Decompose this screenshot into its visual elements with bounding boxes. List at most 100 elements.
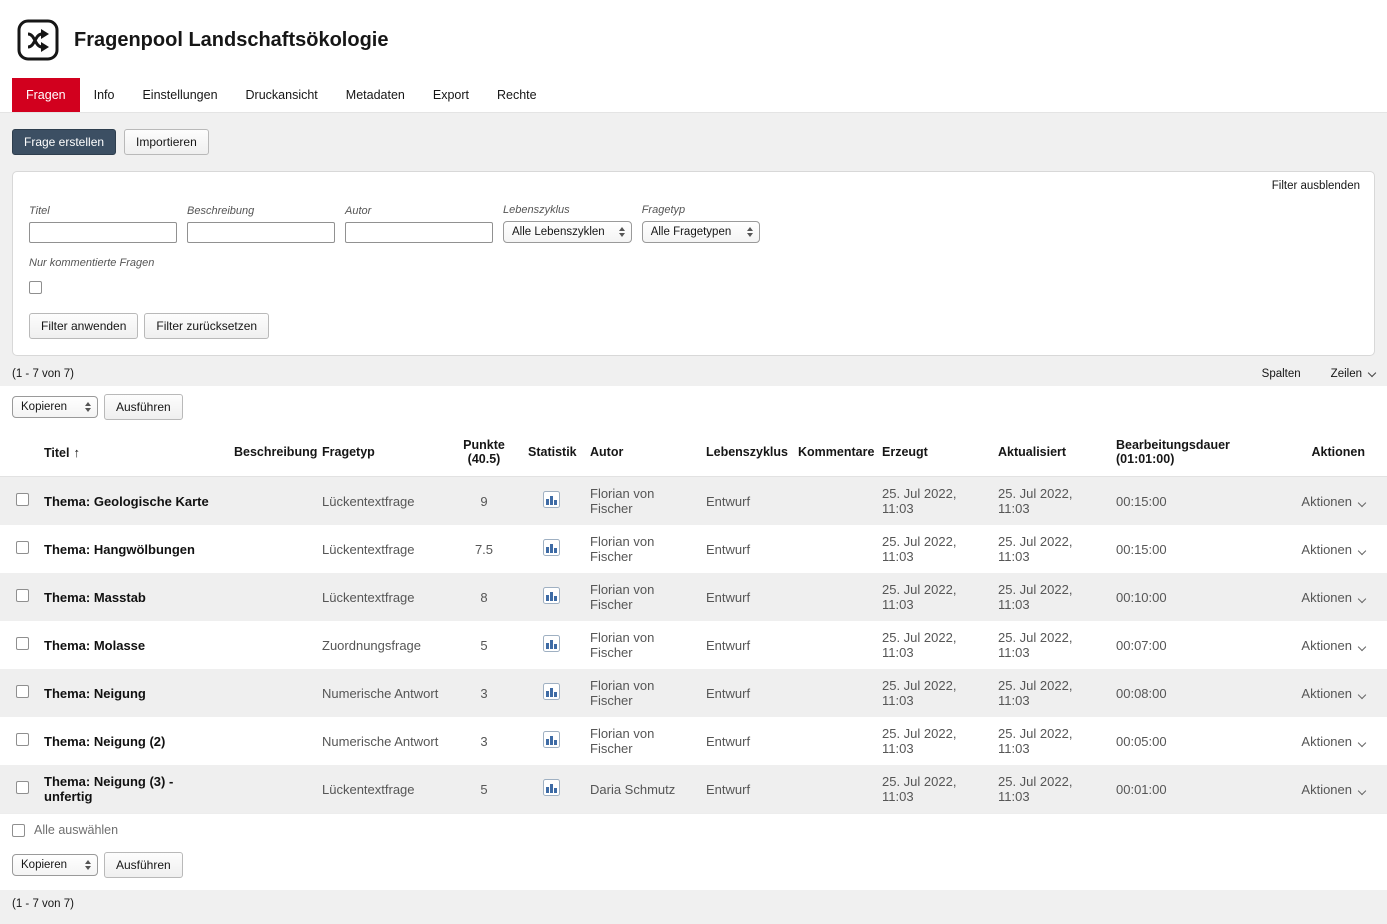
page-header: Fragenpool Landschaftsökologie — [0, 0, 1387, 78]
cell-created: 25. Jul 2022, 11:03 — [874, 573, 990, 621]
row-actions-dropdown[interactable]: Aktionen — [1301, 686, 1365, 701]
filter-input-beschreibung[interactable] — [187, 222, 335, 243]
column-header-statistic[interactable]: Statistik — [520, 428, 582, 477]
cell-updated: 25. Jul 2022, 11:03 — [990, 765, 1108, 813]
cell-updated: 25. Jul 2022, 11:03 — [990, 477, 1108, 526]
row-checkbox[interactable] — [16, 781, 29, 794]
row-checkbox[interactable] — [16, 589, 29, 602]
column-header-comments[interactable]: Kommentare — [790, 428, 874, 477]
cell-description — [226, 765, 314, 813]
bulk-action-select-top[interactable]: Kopieren — [12, 396, 98, 418]
cell-author: Daria Schmutz — [582, 765, 698, 813]
question-title-link[interactable]: Thema: Geologische Karte — [44, 494, 209, 509]
tab-druckansicht[interactable]: Druckansicht — [232, 78, 332, 112]
statistics-icon[interactable] — [543, 539, 560, 556]
cell-updated: 25. Jul 2022, 11:03 — [990, 717, 1108, 765]
row-actions-dropdown[interactable]: Aktionen — [1301, 734, 1365, 749]
select-arrows-icon — [85, 860, 91, 870]
row-checkbox[interactable] — [16, 541, 29, 554]
row-actions-dropdown[interactable]: Aktionen — [1301, 638, 1365, 653]
column-header-lifecycle[interactable]: Lebenszyklus — [698, 428, 790, 477]
chevron-down-icon — [1358, 546, 1366, 554]
select-arrows-icon — [747, 227, 753, 237]
cell-duration: 00:15:00 — [1108, 525, 1286, 573]
select-all-checkbox[interactable] — [12, 824, 25, 837]
statistics-icon[interactable] — [543, 587, 560, 604]
statistics-icon[interactable] — [543, 683, 560, 700]
cell-lifecycle: Entwurf — [698, 477, 790, 526]
row-checkbox[interactable] — [16, 493, 29, 506]
tab-rechte[interactable]: Rechte — [483, 78, 551, 112]
hide-filter-link[interactable]: Filter ausblenden — [1272, 180, 1360, 192]
cell-duration: 00:15:00 — [1108, 477, 1286, 526]
column-header-actions[interactable]: Aktionen — [1286, 428, 1387, 477]
filter-input-titel[interactable] — [29, 222, 177, 243]
row-checkbox[interactable] — [16, 733, 29, 746]
question-title-link[interactable]: Thema: Neigung — [44, 686, 146, 701]
row-actions-dropdown[interactable]: Aktionen — [1301, 782, 1365, 797]
cell-created: 25. Jul 2022, 11:03 — [874, 477, 990, 526]
statistics-icon[interactable] — [543, 779, 560, 796]
create-question-button[interactable]: Frage erstellen — [12, 129, 116, 155]
columns-selector[interactable]: Spalten — [1262, 368, 1301, 380]
execute-button-top[interactable]: Ausführen — [104, 394, 183, 420]
apply-filter-button[interactable]: Filter anwenden — [29, 313, 138, 339]
row-actions-dropdown[interactable]: Aktionen — [1301, 590, 1365, 605]
table-header-row: Titel↑BeschreibungFragetypPunkte (40.5)S… — [0, 428, 1387, 477]
cell-description — [226, 525, 314, 573]
statistics-icon[interactable] — [543, 491, 560, 508]
question-title-link[interactable]: Thema: Neigung (2) — [44, 734, 165, 749]
question-title-link[interactable]: Thema: Molasse — [44, 638, 145, 653]
filter-panel: Filter ausblenden TitelBeschreibungAutor… — [12, 171, 1375, 356]
bulk-action-select-bottom[interactable]: Kopieren — [12, 854, 98, 876]
row-checkbox[interactable] — [16, 637, 29, 650]
column-header-points[interactable]: Punkte (40.5) — [448, 428, 520, 477]
tab-metadaten[interactable]: Metadaten — [332, 78, 419, 112]
column-header-created[interactable]: Erzeugt — [874, 428, 990, 477]
filter-input-autor[interactable] — [345, 222, 493, 243]
rows-selector[interactable]: Zeilen — [1331, 368, 1375, 380]
cell-lifecycle: Entwurf — [698, 573, 790, 621]
question-title-link[interactable]: Thema: Masstab — [44, 590, 146, 605]
cell-description — [226, 573, 314, 621]
tab-einstellungen[interactable]: Einstellungen — [128, 78, 231, 112]
cell-type: Numerische Antwort — [314, 669, 448, 717]
question-title-link[interactable]: Thema: Neigung (3) - unfertig — [44, 774, 173, 804]
import-button[interactable]: Importieren — [124, 129, 209, 155]
column-header-author[interactable]: Autor — [582, 428, 698, 477]
question-title-link[interactable]: Thema: Hangwölbungen — [44, 542, 195, 557]
filter-fields: TitelBeschreibungAutorLebenszyklusAlle L… — [29, 204, 1358, 243]
cell-type: Lückentextfrage — [314, 573, 448, 621]
tab-fragen[interactable]: Fragen — [12, 78, 80, 112]
tab-info[interactable]: Info — [80, 78, 129, 112]
select-all-row: Alle auswählen — [0, 813, 1387, 846]
row-actions-dropdown[interactable]: Aktionen — [1301, 494, 1365, 509]
cell-author: Florian von Fischer — [582, 669, 698, 717]
cell-duration: 00:01:00 — [1108, 765, 1286, 813]
cell-duration: 00:07:00 — [1108, 621, 1286, 669]
commented-only-checkbox[interactable] — [29, 281, 42, 294]
filter-select-fragetyp[interactable]: Alle Fragetypen — [642, 221, 760, 243]
cell-comments — [790, 621, 874, 669]
column-header-type[interactable]: Fragetyp — [314, 428, 448, 477]
statistics-icon[interactable] — [543, 635, 560, 652]
cell-created: 25. Jul 2022, 11:03 — [874, 525, 990, 573]
row-checkbox[interactable] — [16, 685, 29, 698]
chevron-down-icon — [1368, 368, 1376, 376]
execute-button-bottom[interactable]: Ausführen — [104, 852, 183, 878]
reset-filter-button[interactable]: Filter zurücksetzen — [144, 313, 269, 339]
column-header-duration[interactable]: Bearbeitungsdauer (01:01:00) — [1108, 428, 1286, 477]
sort-ascending-icon: ↑ — [73, 445, 80, 460]
cell-created: 25. Jul 2022, 11:03 — [874, 717, 990, 765]
select-all-label: Alle auswählen — [34, 823, 118, 837]
column-header-updated[interactable]: Aktualisiert — [990, 428, 1108, 477]
statistics-icon[interactable] — [543, 731, 560, 748]
row-actions-dropdown[interactable]: Aktionen — [1301, 542, 1365, 557]
cell-comments — [790, 573, 874, 621]
cell-author: Florian von Fischer — [582, 621, 698, 669]
filter-select-lebenszyklus[interactable]: Alle Lebenszyklen — [503, 221, 632, 243]
column-header-description[interactable]: Beschreibung — [226, 428, 314, 477]
result-range-bottom: (1 - 7 von 7) — [12, 898, 1375, 910]
tab-export[interactable]: Export — [419, 78, 483, 112]
column-header-title[interactable]: Titel↑ — [36, 428, 226, 477]
